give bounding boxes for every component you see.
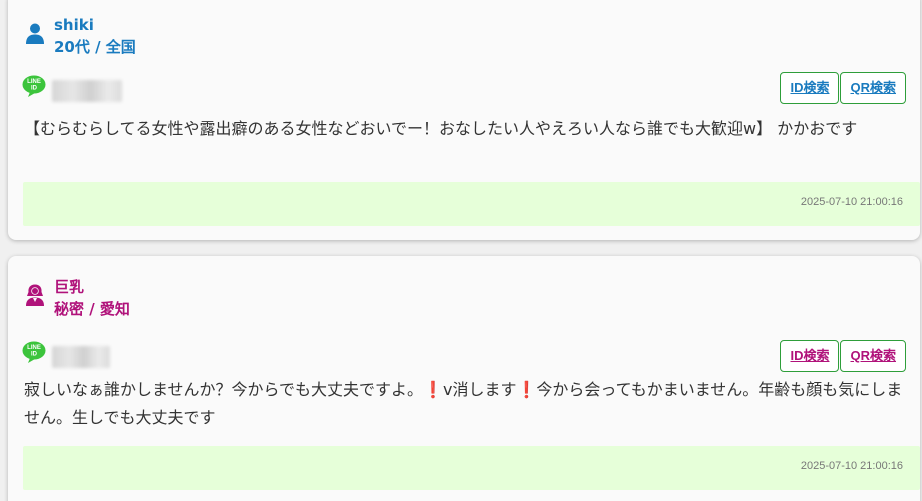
post-message: 寂しいなぁ誰かしませんか？今からでも大丈夫ですよ。❗v消します❗今から会ってもか… [24,376,906,432]
person-icon [26,23,44,44]
line-id-icon: LINE ID [22,75,46,97]
exclamation-icon: ❗ [516,380,537,399]
line-id-row: LINE ID [22,336,110,368]
blurred-line-id [52,80,122,102]
qr-search-button[interactable]: QR検索 [840,72,906,104]
user-age-area: 秘密 / 愛知 [54,300,130,318]
id-search-button[interactable]: ID検索 [780,340,840,372]
svg-text:LINE: LINE [27,345,41,351]
user-name[interactable]: 巨乳 [54,276,130,298]
post-message: 【むらむらしてる女性や露出癖のある女性などおいでー！おなしたい人やえろい人なら誰… [24,119,858,138]
id-search-button[interactable]: ID検索 [780,72,840,104]
exclamation-icon: ❗ [423,380,443,399]
svg-text:ID: ID [31,352,38,358]
post-footer: 2025-07-10 21:00:16 [23,446,920,490]
post-timestamp: 2025-07-10 21:00:16 [800,196,903,208]
user-name[interactable]: shiki [54,14,136,36]
svg-text:ID: ID [31,86,38,92]
user-info: 巨乳 秘密 / 愛知 [24,276,130,320]
svg-text:LINE: LINE [27,79,41,85]
female-person-icon [26,284,44,306]
line-id-row: LINE ID [22,70,122,102]
search-buttons: ID検索 QR検索 [780,72,906,104]
qr-search-button[interactable]: QR検索 [840,340,906,372]
post-card: shiki 20代 / 全国 LINE ID ID検索 QR検索 【むらむらして… [8,0,920,240]
message-text: v消します [442,380,517,399]
blurred-line-id [52,346,110,368]
post-footer: 2025-07-10 21:00:16 [23,182,920,226]
post-card: 巨乳 秘密 / 愛知 LINE ID ID検索 QR検索 寂しいなぁ誰かしません… [8,256,920,501]
line-id-icon: LINE ID [22,341,46,363]
user-info: shiki 20代 / 全国 [24,14,136,58]
post-feed: shiki 20代 / 全国 LINE ID ID検索 QR検索 【むらむらして… [0,0,922,501]
search-buttons: ID検索 QR検索 [780,340,906,372]
post-timestamp: 2025-07-10 21:00:16 [800,460,903,472]
message-text: 寂しいなぁ誰かしませんか？今からでも大丈夫ですよ。 [24,380,424,399]
user-age-area: 20代 / 全国 [54,38,136,56]
